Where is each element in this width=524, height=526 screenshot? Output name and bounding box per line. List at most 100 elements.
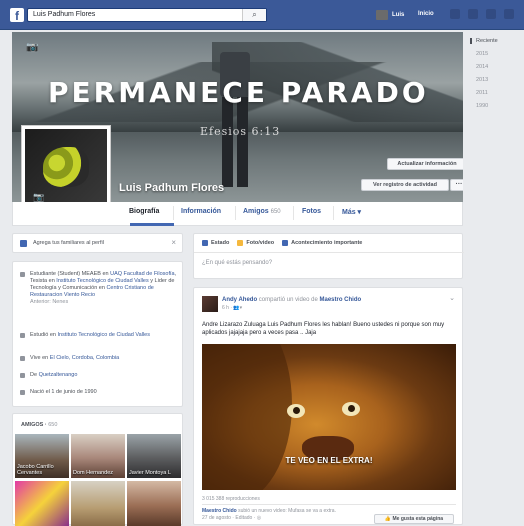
year-item[interactable]: 2015 [470,51,520,57]
tab-biografia[interactable]: Biografía [129,208,159,215]
add-family-link[interactable]: Agrega tus familiares al perfil [33,240,104,246]
post-time[interactable]: 6 h · [222,305,233,311]
lion-eye [342,402,360,416]
camera-icon[interactable]: 📷 [26,42,38,53]
feed-post: Andy Ahedo compartió un video de Maestro… [193,287,463,525]
tab-amigos[interactable]: Amigos 650 [243,208,281,215]
profile-name[interactable]: Luis Padhum Flores [119,182,224,194]
year-item[interactable]: 1990 [470,103,520,109]
search-icon[interactable]: ⌕ [242,9,266,21]
pencil-icon [202,240,208,246]
video-caption: TE VEO EN EL EXTRA! [285,456,373,465]
intro-link[interactable]: Quetzaltenango [39,372,78,378]
profile-picture[interactable]: 📷 [21,125,111,213]
friend-name[interactable]: Javier Montoya L [129,470,171,476]
graduation-cap-icon [20,333,25,338]
timeline-years: Reciente 2015 2014 2013 2011 1990 [470,38,520,116]
video-source: Maestro Chido subió un nuevo video: Mufa… [202,508,336,522]
more-options-button[interactable]: ··· [450,179,463,191]
intro-text: Estudió en [30,332,58,338]
profile-nav: Biografía Información Amigos 650 Fotos M… [12,202,463,226]
profile-picture-image [43,147,89,187]
year-item[interactable]: 2011 [470,90,520,96]
intro-text: De [30,372,39,378]
life-event-tab-label[interactable]: Acontecimiento importante [291,240,362,246]
post-action: compartió un video de [257,297,320,303]
home-link[interactable]: Inicio [418,11,434,17]
add-family-card: Agrega tus familiares al perfil × [12,233,183,253]
post-text: Andre Lizarazo Zuluaga Luis Padhum Flore… [202,322,445,336]
intro-text: Estudiante (Student) MEAEB en [30,271,111,277]
status-tab-label[interactable]: Estado [211,240,229,246]
friend-name[interactable]: Jacobo Carrillo Cervantes [17,464,69,476]
top-bar: f Luis Padhum Flores ⌕ Luis Inicio [0,0,524,30]
update-info-button[interactable]: Actualizar información [387,158,463,170]
activity-log-button[interactable]: Ver registro de actividad [361,179,449,191]
friend-tile[interactable] [15,481,69,526]
composer-input[interactable]: ¿En qué estás pensando? [202,260,272,266]
intro-from: De Quetzaltenango [20,372,180,379]
tab-fotos[interactable]: Fotos [302,208,321,215]
tab-mas[interactable]: Más ▾ [342,208,361,216]
intro-link[interactable]: El Cielo, Cordoba, Colombia [50,355,119,361]
facebook-logo-icon[interactable]: f [10,8,24,23]
close-icon[interactable]: × [171,238,176,247]
avatar [376,10,388,20]
notifications-icon[interactable] [486,9,496,19]
photo-icon [237,240,244,246]
intro-previous: Anterior: Nenes [30,299,69,305]
status-tab[interactable]: Estado [202,240,229,246]
avatar[interactable] [202,296,218,312]
messages-icon[interactable] [468,9,478,19]
search-input-value[interactable]: Luis Padhum Flores [33,11,95,18]
home-icon [20,356,25,361]
friend-name[interactable]: Dom Hernandez [73,470,113,476]
top-user-link[interactable]: Luis [376,10,404,20]
like-icon: 👍 [384,516,393,522]
intro-link[interactable]: Instituto Tecnológico de Ciudad Valles [58,332,150,338]
search-input[interactable]: Luis Padhum Flores ⌕ [27,8,267,22]
video-player[interactable]: TE VEO EN EL EXTRA! [202,344,456,490]
settings-icon[interactable] [504,9,514,19]
lion-eye [287,404,305,418]
friends-count: 650 [48,422,58,428]
friend-tile[interactable]: Jacobo Carrillo Cervantes [15,434,69,478]
location-pin-icon [20,373,25,378]
source-author-link[interactable]: Maestro Chido [202,508,237,514]
year-item[interactable]: 2013 [470,77,520,83]
intro-link[interactable]: UAQ Facultad de Filosofía [110,271,175,277]
friend-requests-icon[interactable] [450,9,460,19]
cover-title: PERMANECE PARADO [48,76,429,109]
friends-title-text[interactable]: AMIGOS [21,422,43,428]
friends-privacy-icon[interactable]: 👥▾ [233,305,242,311]
photo-video-tab[interactable]: Foto/video [237,240,274,246]
life-event-tab[interactable]: Acontecimiento importante [282,240,362,246]
photo-video-tab-label[interactable]: Foto/video [246,240,274,246]
friends-title[interactable]: AMIGOS · 650 [21,422,57,428]
post-page-link[interactable]: Maestro Chido [319,297,361,303]
friend-tile[interactable] [71,481,125,526]
intro-link[interactable]: Instituto Tecnológico de Ciudad Valles [56,278,148,284]
intro-born: Nació el 1 de junio de 1990 [20,389,180,396]
top-user-name[interactable]: Luis [392,12,404,18]
source-text: subió un nuevo video: Mufasa se va a ext… [236,508,336,514]
post-composer: Estado Foto/video Acontecimiento importa… [193,233,464,279]
tab-amigos-label[interactable]: Amigos [243,208,269,215]
intro-study: Estudió en Instituto Tecnológico de Ciud… [20,332,180,339]
video-views: 3 015 388 reproducciones [202,496,260,502]
year-item[interactable]: 2014 [470,64,520,70]
like-page-label[interactable]: Me gusta esta página [393,516,444,522]
intro-lives: Vive en El Cielo, Cordoba, Colombia [20,355,180,362]
top-notification-icons [450,9,514,19]
friend-tile[interactable]: Javier Montoya L [127,434,181,478]
friends-count: 650 [270,209,281,215]
like-page-button[interactable]: 👍 Me gusta esta página [374,514,454,524]
friend-tile[interactable]: Dom Hernandez [71,434,125,478]
tab-informacion[interactable]: Información [181,208,221,215]
briefcase-icon [20,272,25,277]
year-item[interactable]: Reciente [470,38,520,44]
post-author[interactable]: Andy Ahedo [222,297,257,303]
calendar-icon [20,390,25,395]
chevron-down-icon[interactable]: ⌄ [449,294,455,302]
friend-tile[interactable] [127,481,181,526]
